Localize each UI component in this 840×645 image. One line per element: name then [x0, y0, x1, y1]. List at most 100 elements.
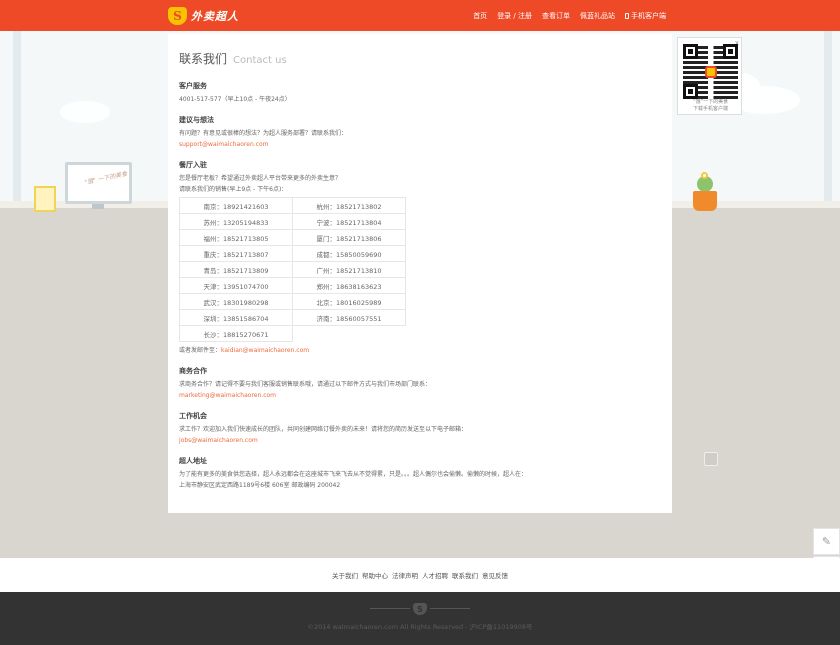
footer-link-legal[interactable]: 法律声明	[392, 570, 418, 580]
feedback-button[interactable]: ✎	[813, 528, 840, 555]
monitor-stand	[92, 204, 104, 209]
page-title: 联系我们 Contact us	[179, 50, 661, 67]
nav-gift-station[interactable]: 佩蓝礼品站	[580, 11, 615, 21]
table-row: 长沙：18815270671	[179, 325, 406, 342]
qr-download-box: x “饿”一下的美食 下载手机客户端	[677, 37, 742, 115]
city-cell: 杭州：18521713802	[292, 197, 406, 214]
monitor-text: "饿" 一下的美食	[83, 170, 128, 187]
section-address: 超人地址 为了能有更多的美食供您选择，超人永远都会在这座城市飞来飞去从不觉得累，…	[179, 456, 661, 491]
city-cell: 北京：18016025989	[292, 293, 406, 310]
business-text: 求商务合作？请记得不要与我们客服或销售联系哦，请通过以下邮件方式与我们市场部门联…	[179, 381, 432, 388]
qr-logo-icon	[705, 66, 717, 78]
jobs-text: 求工作？欢迎加入我们快速成长的团队，共同创建网络订餐外卖的未来！请将您的简历发送…	[179, 426, 468, 433]
section-restaurant: 餐厅入驻 您是餐厅老板？希望通过外卖超人平台带来更多的外卖生意？ 请联系我们的销…	[179, 160, 661, 356]
section-jobs: 工作机会 求工作？欢迎加入我们快速成长的团队，共同创建网络订餐外卖的未来！请将您…	[179, 411, 661, 446]
top-nav: 首页 登录 / 注册 查看订单 佩蓝礼品站 手机客户端	[473, 11, 666, 21]
suggestion-text: 有问题？有意见或很棒的想法？为超人服务部署？请联系我们：	[179, 130, 348, 137]
window-frame-left	[13, 31, 21, 206]
city-cell: 深圳：13851586704	[179, 309, 293, 326]
contact-card: 联系我们 Contact us 客户服务 4001-517-577（早上10点 …	[168, 34, 672, 513]
flower-decoration	[701, 172, 708, 179]
city-cell: 郑州：18638163623	[292, 277, 406, 294]
footer-link-jobs[interactable]: 人才招聘	[422, 570, 448, 580]
empty-cell	[293, 326, 406, 342]
cloud-decoration	[60, 101, 110, 123]
table-row: 南京：18921421603 杭州：18521713802	[179, 197, 406, 214]
qr-finder	[683, 44, 698, 59]
nav-home[interactable]: 首页	[473, 11, 487, 21]
footer-link-feedback[interactable]: 意见反馈	[482, 570, 508, 580]
table-row: 天津：13951074700 郑州：18638163623	[179, 277, 406, 294]
city-cell: 成都：15850059690	[292, 245, 406, 262]
section-suggestion: 建议与想法 有问题？有意见或很棒的想法？为超人服务部署？请联系我们： suppo…	[179, 115, 661, 150]
table-row: 武汉：18301980298 北京：18016025989	[179, 293, 406, 310]
qr-caption: “饿”一下的美食 下载手机客户端	[678, 99, 743, 113]
qr-caption-line: “饿”一下的美食	[692, 99, 729, 105]
table-row: 福州：18521713805 厦门：18521713806	[179, 229, 406, 246]
window-frame-right	[824, 31, 832, 206]
qr-caption-line: 下载手机客户端	[692, 106, 728, 112]
city-cell: 重庆：18521713807	[179, 245, 293, 262]
footer-link-help[interactable]: 帮助中心	[362, 570, 388, 580]
logo-badge-icon: S	[168, 7, 187, 25]
nav-login-register[interactable]: 登录 / 注册	[497, 11, 532, 21]
restaurant-email-link[interactable]: kaidian@waimaichaoren.com	[221, 347, 309, 354]
business-email-link[interactable]: marketing@waimaichaoren.com	[179, 392, 276, 399]
footer-link-contact[interactable]: 联系我们	[452, 570, 478, 580]
service-phone: 4001-517-577（早上10点 - 午夜24点）	[179, 96, 291, 103]
nav-view-orders[interactable]: 查看订单	[542, 11, 570, 21]
footer-link-about[interactable]: 关于我们	[332, 570, 358, 580]
edit-icon: ✎	[821, 535, 832, 548]
section-heading: 建议与想法	[179, 116, 214, 124]
nav-mobile-app-label: 手机客户端	[631, 12, 666, 20]
table-row: 苏州：13205194833 宁波：18521713804	[179, 213, 406, 230]
footer-divider	[430, 608, 470, 609]
city-cell: 厦门：18521713806	[292, 229, 406, 246]
address-text: 为了能有更多的美食供您选择，超人永远都会在这座城市飞来飞去从不觉得累，只是。。。…	[179, 471, 528, 478]
city-cell: 天津：13951074700	[179, 277, 293, 294]
qr-finder	[723, 44, 738, 59]
section-heading: 超人地址	[179, 457, 207, 465]
wall-icon	[704, 452, 718, 466]
section-customer-service: 客户服务 4001-517-577（早上10点 - 午夜24点）	[179, 81, 661, 105]
table-row: 青岛：18521713809 广州：18521713810	[179, 261, 406, 278]
city-cell: 宁波：18521713804	[292, 213, 406, 230]
section-heading: 餐厅入驻	[179, 161, 207, 169]
top-bar: S 外卖超人 首页 登录 / 注册 查看订单 佩蓝礼品站 手机客户端	[0, 0, 840, 31]
suggestion-email-link[interactable]: support@waimaichaoren.com	[179, 141, 268, 148]
section-heading: 商务合作	[179, 367, 207, 375]
nav-mobile-app[interactable]: 手机客户端	[625, 11, 666, 21]
restaurant-text: 您是餐厅老板？希望通过外卖超人平台带来更多的外卖生意？	[179, 175, 342, 182]
city-cell: 南京：18921421603	[179, 197, 293, 214]
footer-bottom: S ©2014 waimaichaoren.com All Rights Res…	[0, 592, 840, 645]
monitor-decoration: "饿" 一下的美食	[65, 162, 132, 204]
city-cell: 青岛：18521713809	[179, 261, 293, 278]
table-row: 深圳：13851586704 济南：18560057551	[179, 309, 406, 326]
site-logo[interactable]: S 外卖超人	[168, 6, 239, 26]
section-heading: 工作机会	[179, 412, 207, 420]
city-cell: 福州：18521713805	[179, 229, 293, 246]
copyright-text: ©2014 waimaichaoren.com All Rights Reser…	[307, 623, 533, 631]
picture-frame-decoration	[34, 186, 56, 212]
city-cell: 长沙：18815270671	[179, 325, 293, 342]
city-phone-table: 南京：18921421603 杭州：18521713802 苏州：13205194…	[179, 197, 406, 342]
footer-links: 关于我们 帮助中心 法律声明 人才招聘 联系我们 意见反馈	[0, 558, 840, 592]
title-cn: 联系我们	[179, 52, 228, 66]
city-cell: 武汉：18301980298	[179, 293, 293, 310]
restaurant-sales-text: 请联系我们的销售(早上9点 - 下午6点)：	[179, 186, 288, 193]
city-cell: 济南：18560057551	[292, 309, 406, 326]
section-heading: 客户服务	[179, 82, 207, 90]
qr-finder	[683, 84, 698, 99]
logo-text: 外卖超人	[191, 10, 239, 23]
qr-code-icon	[683, 44, 738, 99]
footer-divider	[370, 608, 410, 609]
phone-icon	[625, 13, 629, 19]
city-cell: 苏州：13205194833	[179, 213, 293, 230]
city-cell: 广州：18521713810	[292, 261, 406, 278]
jobs-email-link[interactable]: jobs@waimaichaoren.com	[179, 437, 258, 444]
section-business: 商务合作 求商务合作？请记得不要与我们客服或销售联系哦，请通过以下邮件方式与我们…	[179, 366, 661, 401]
flower-pot-decoration	[693, 191, 717, 211]
title-en: Contact us	[233, 55, 287, 66]
mail-prefix: 或者发邮件至：	[179, 347, 222, 354]
footer-logo-icon: S	[413, 603, 427, 615]
